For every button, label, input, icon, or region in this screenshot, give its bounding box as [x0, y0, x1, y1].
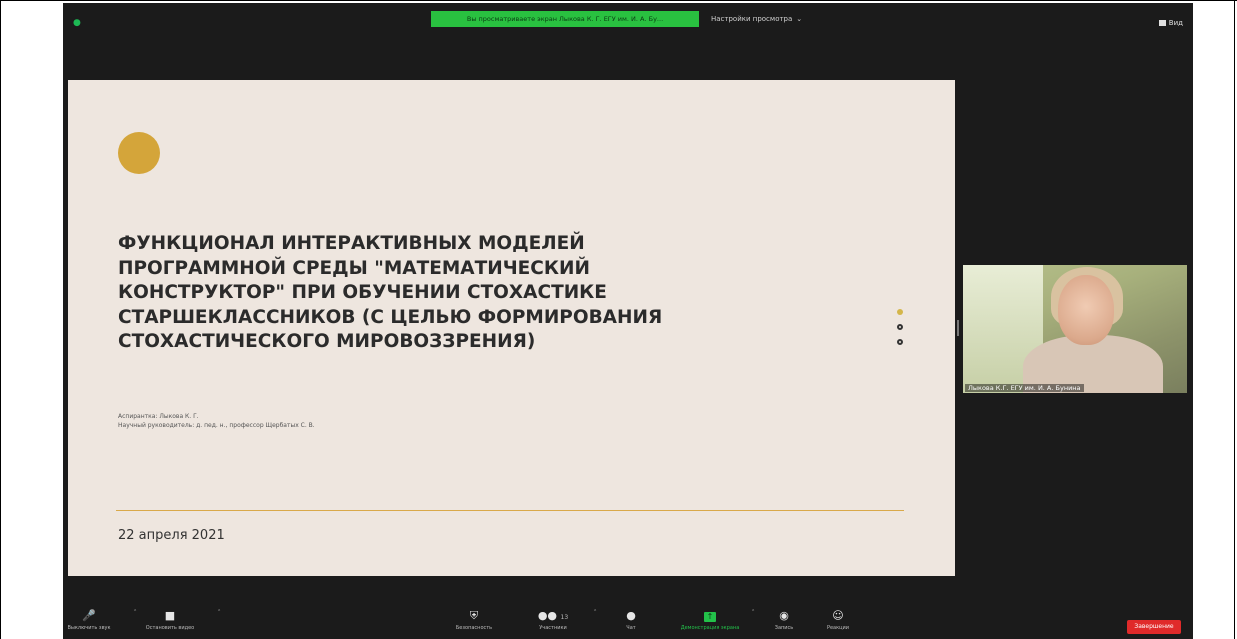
slide-title-line: КОНСТРУКТОР" ПРИ ОБУЧЕНИИ СТОХАСТИКЕ	[118, 282, 607, 303]
security-button[interactable]: ⛨ Безопасность	[453, 609, 495, 631]
mute-label: Выключить звук	[67, 625, 111, 631]
pager-dot	[897, 339, 903, 345]
security-label: Безопасность	[455, 625, 493, 631]
record-icon: ◉	[779, 609, 789, 622]
slide-title-line: ПРОГРАММНОЙ СРЕДЫ "МАТЕМАТИЧЕСКИЙ	[118, 257, 590, 279]
meeting-toolbar: 🎤 Выключить звук ⌃ ■ Остановить видео ⌃ …	[63, 603, 1193, 639]
supervisor-line: Научный руководитель: д. пед. н., профес…	[118, 422, 315, 429]
decorative-circle	[118, 132, 160, 174]
participants-button[interactable]: ●● 13 Участники	[535, 609, 571, 631]
participant-face	[1058, 275, 1114, 345]
panel-resize-handle[interactable]	[957, 320, 959, 336]
reactions-icon: ☺	[832, 609, 844, 622]
view-options-button[interactable]: Настройки просмотра ⌄	[711, 13, 802, 25]
participants-label: Участники	[539, 625, 567, 631]
microphone-icon: 🎤	[82, 609, 96, 622]
video-options-caret[interactable]: ⌃	[217, 609, 221, 615]
chat-label: Чат	[626, 625, 636, 631]
reactions-button[interactable]: ☺ Реакции	[823, 609, 853, 631]
slide-title-line: ФУНКЦИОНАЛ ИНТЕРАКТИВНЫХ МОДЕЛЕЙ	[118, 233, 585, 254]
video-camera-icon: ■	[164, 609, 176, 622]
audio-options-caret[interactable]: ⌃	[133, 609, 137, 615]
share-screen-icon: ↑	[667, 609, 753, 625]
mute-button[interactable]: 🎤 Выключить звук	[67, 609, 111, 631]
shield-icon: ⛨	[469, 609, 479, 622]
chat-button[interactable]: ● Чат	[619, 609, 643, 631]
slide-title-line: СТАРШЕКЛАССНИКОВ (С ЦЕЛЬЮ ФОРМИРОВАНИЯ	[118, 306, 663, 328]
author-line: Аспирантка: Лыкова К. Г.	[118, 413, 199, 420]
slide-pager	[897, 309, 907, 354]
slide-authors: Аспирантка: Лыкова К. Г. Научный руковод…	[118, 412, 315, 430]
chevron-down-icon: ⌄	[796, 15, 803, 23]
view-button-label: Вид	[1168, 19, 1183, 27]
view-options-label: Настройки просмотра	[711, 15, 793, 23]
encryption-shield-icon[interactable]: ●	[73, 18, 82, 28]
zoom-window: ● Вы просматриваете экран Лыкова К. Г. Е…	[63, 3, 1193, 639]
slide-date: 22 апреля 2021	[118, 528, 225, 543]
participant-name: Лыкова К.Г. ЕГУ им. И. А. Бунина	[965, 384, 1084, 392]
record-label: Запись	[774, 625, 794, 631]
participants-icon: ●● 13	[537, 609, 569, 622]
slide-title-line: СТОХАСТИЧЕСКОГО МИРОВОЗЗРЕНИЯ)	[118, 331, 536, 352]
participants-count: 13	[560, 614, 569, 621]
participants-options-caret[interactable]: ⌃	[593, 609, 597, 615]
chat-bubble-icon: ●	[626, 609, 636, 622]
grid-view-icon	[1158, 20, 1166, 26]
pager-dot	[897, 324, 903, 330]
stop-video-button[interactable]: ■ Остановить видео	[145, 609, 195, 631]
shared-slide: ФУНКЦИОНАЛ ИНТЕРАКТИВНЫХ МОДЕЛЕЙ ПРОГРАМ…	[68, 80, 955, 576]
view-button[interactable]: Вид	[1158, 19, 1183, 27]
share-screen-button[interactable]: ↑ Демонстрация экрана	[667, 609, 753, 631]
share-options-caret[interactable]: ⌃	[751, 609, 755, 615]
pager-dot-active	[897, 309, 903, 315]
stop-video-label: Остановить видео	[145, 625, 195, 631]
share-screen-label: Демонстрация экрана	[680, 625, 740, 631]
slide-title: ФУНКЦИОНАЛ ИНТЕРАКТИВНЫХ МОДЕЛЕЙ ПРОГРАМ…	[118, 232, 758, 355]
end-meeting-button[interactable]: Завершение	[1127, 620, 1181, 634]
record-button[interactable]: ◉ Запись	[769, 609, 799, 631]
participant-video-tile[interactable]: Лыкова К.Г. ЕГУ им. И. А. Бунина	[963, 265, 1187, 393]
reactions-label: Реакции	[826, 625, 850, 631]
screen-share-banner[interactable]: Вы просматриваете экран Лыкова К. Г. ЕГУ…	[431, 11, 699, 27]
divider-line	[116, 510, 904, 511]
